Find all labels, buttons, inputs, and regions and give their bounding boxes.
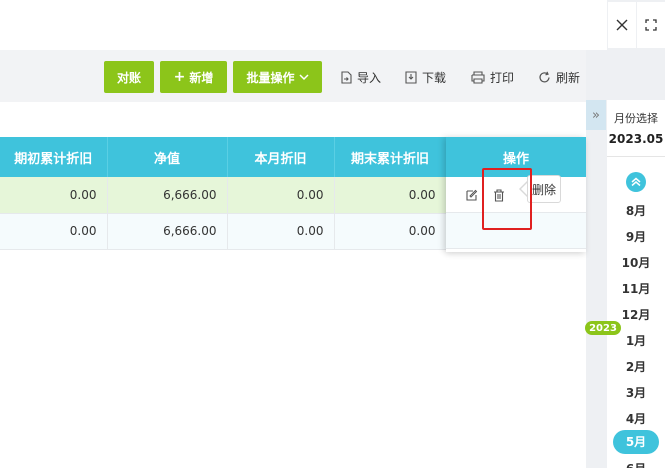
edit-button[interactable] <box>464 187 480 203</box>
scroll-up-button[interactable] <box>626 172 646 192</box>
operations-row <box>446 177 586 213</box>
refresh-button[interactable]: 刷新 <box>538 61 580 93</box>
table-cell: 0.00 <box>227 213 335 250</box>
table-cell: 0.00 <box>334 213 447 250</box>
asset-table: 期初累计折旧 净值 本月折旧 期末累计折旧 0.00 6,666.00 0.00… <box>0 137 447 250</box>
month-item[interactable]: 11月 <box>607 280 665 297</box>
reconcile-button[interactable]: 对账 <box>104 61 154 93</box>
import-label: 导入 <box>357 70 382 85</box>
column-header-opening-accum-depr[interactable]: 期初累计折旧 <box>0 137 108 177</box>
operations-row <box>446 213 586 249</box>
month-item[interactable]: 2月 <box>607 358 665 375</box>
divider <box>607 156 665 157</box>
table-header-row: 期初累计折旧 净值 本月折旧 期末累计折旧 <box>0 137 447 177</box>
import-button[interactable]: 导入 <box>340 61 381 93</box>
month-item[interactable]: 9月 <box>607 228 665 245</box>
selected-period: 2023.05 <box>608 132 664 146</box>
table-cell: 0.00 <box>334 177 447 214</box>
month-panel: 月份选择 2023.05 8月 9月 10月 11月 12月 1月 2月 3月 … <box>607 100 665 468</box>
add-button-label: 新增 <box>189 70 214 85</box>
download-icon <box>405 70 417 84</box>
refresh-label: 刷新 <box>556 70 581 85</box>
download-button[interactable]: 下载 <box>405 61 446 93</box>
collapse-panel-button[interactable]: » <box>586 100 606 130</box>
printer-icon <box>471 70 485 84</box>
batch-operations-label: 批量操作 <box>246 70 295 85</box>
table-cell: 0.00 <box>0 213 108 250</box>
table-row[interactable]: 0.00 6,666.00 0.00 0.00 <box>0 213 447 250</box>
fullscreen-button[interactable] <box>637 2 665 48</box>
print-button[interactable]: 打印 <box>471 61 514 93</box>
month-item[interactable]: 8月 <box>607 202 665 219</box>
toolbar: 对账 + 新增 批量操作 导入 下载 打印 刷新 <box>0 50 586 102</box>
operations-column: 操作 <box>446 137 586 252</box>
month-item[interactable]: 4月 <box>607 410 665 427</box>
title-bar <box>0 0 607 50</box>
fullscreen-icon <box>645 19 657 31</box>
month-item[interactable]: 6月 <box>607 460 665 468</box>
add-button[interactable]: + 新增 <box>160 61 227 93</box>
table-cell: 6,666.00 <box>107 213 228 250</box>
table-cell: 0.00 <box>227 177 335 214</box>
close-icon <box>616 19 628 31</box>
close-button[interactable] <box>608 2 636 48</box>
month-panel-title: 月份选择 <box>614 112 658 125</box>
table-row[interactable]: 0.00 6,666.00 0.00 0.00 <box>0 177 447 214</box>
download-label: 下载 <box>422 70 447 85</box>
delete-tooltip: 删除 <box>527 175 561 203</box>
plus-icon: + <box>173 69 186 85</box>
reconcile-button-label: 对账 <box>116 70 141 85</box>
chevron-down-icon <box>298 74 309 81</box>
refresh-icon <box>539 71 550 82</box>
edit-icon <box>466 189 478 201</box>
month-item[interactable]: 3月 <box>607 384 665 401</box>
batch-operations-button[interactable]: 批量操作 <box>233 61 322 93</box>
column-header-monthly-depr[interactable]: 本月折旧 <box>227 137 335 177</box>
import-icon <box>341 70 352 84</box>
month-item[interactable]: 10月 <box>607 254 665 271</box>
double-chevron-right-icon: » <box>592 107 600 123</box>
double-chevron-up-icon <box>631 177 641 187</box>
table-cell: 0.00 <box>0 177 108 214</box>
column-header-net-value[interactable]: 净值 <box>107 137 228 177</box>
trash-icon <box>494 188 504 202</box>
print-label: 打印 <box>490 70 515 85</box>
column-header-closing-accum-depr[interactable]: 期末累计折旧 <box>334 137 447 177</box>
operations-header: 操作 <box>446 137 586 177</box>
year-badge: 2023 <box>585 321 621 335</box>
table-cell: 6,666.00 <box>107 177 228 214</box>
delete-button[interactable] <box>491 187 507 203</box>
month-item-active[interactable]: 5月 <box>613 430 659 454</box>
content-area: 期初累计折旧 净值 本月折旧 期末累计折旧 0.00 6,666.00 0.00… <box>0 102 586 468</box>
